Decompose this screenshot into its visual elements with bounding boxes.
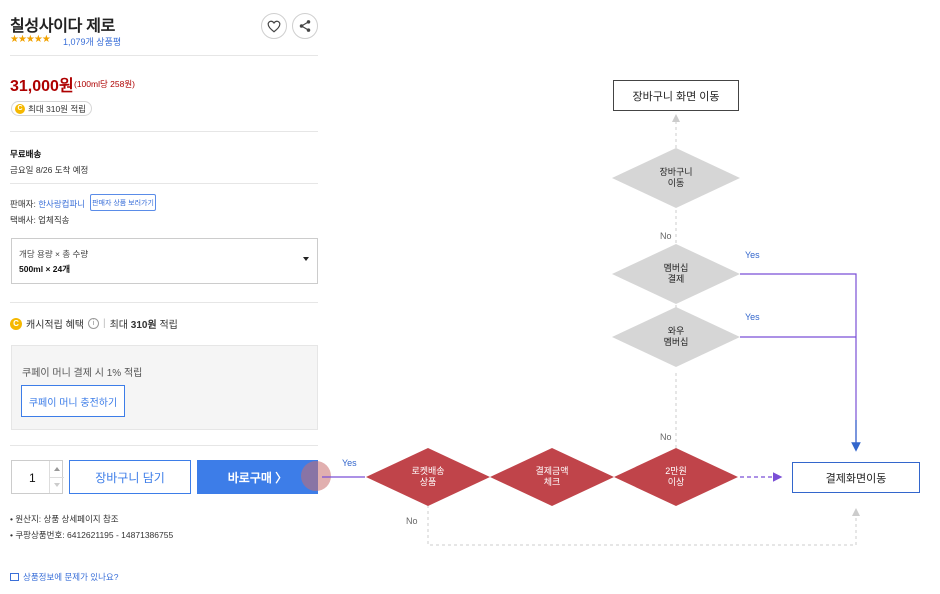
diamond-cart-label: 장바구니 이동: [659, 167, 693, 188]
flowchart-connectors: [322, 114, 861, 546]
diamond-wow-label: 와우 멤버십: [663, 326, 689, 347]
diamond-20k-label: 2만원 이상: [665, 466, 687, 487]
connector-membership-yes: [740, 273, 857, 444]
flow-checkout-screen: 결제화면이동: [792, 462, 920, 493]
no-label: No: [660, 432, 672, 442]
flow-cart-screen: 장바구니 화면 이동: [613, 80, 739, 111]
diamond-membership-label: 멤버십 결제: [663, 263, 689, 284]
yes-label: Yes: [745, 250, 760, 260]
no-label: No: [660, 231, 672, 241]
diamond-amount-label: 결제금액 체크: [535, 466, 569, 487]
yes-label: Yes: [342, 458, 357, 468]
diamond-rocket-label: 로켓배송 상품: [411, 466, 445, 487]
no-label: No: [406, 516, 418, 526]
yes-label: Yes: [745, 312, 760, 322]
connector-rocket-no: [427, 505, 860, 546]
